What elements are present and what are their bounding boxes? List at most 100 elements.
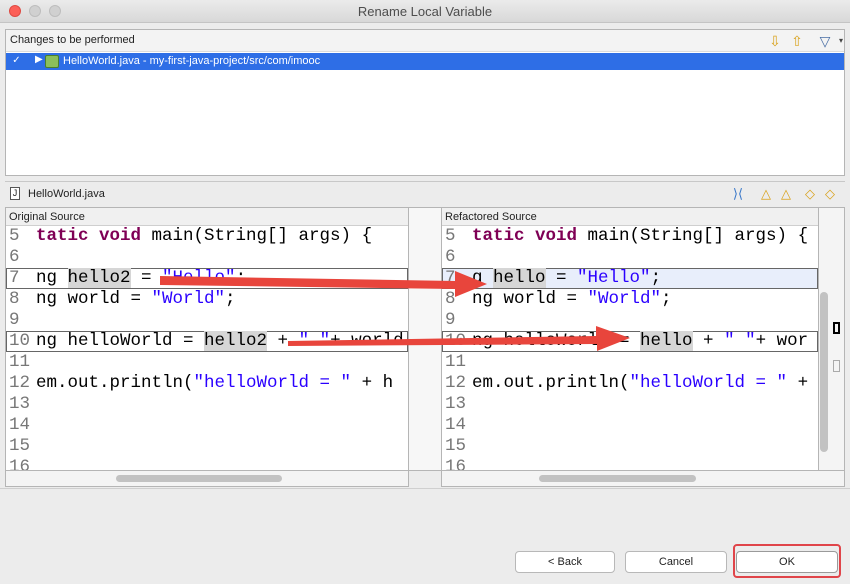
next-difference-icon[interactable]: △	[757, 185, 775, 203]
line-number: 7	[445, 268, 456, 288]
code-line: 15	[442, 436, 818, 457]
line-number: 12	[445, 373, 467, 393]
code-line: 11	[6, 352, 408, 373]
code-token: + world	[330, 331, 404, 351]
expand-triangle-icon[interactable]: ▶	[35, 54, 43, 65]
code-token: +	[267, 331, 299, 351]
vertical-scroll-thumb[interactable]	[820, 292, 828, 452]
line-number: 10	[9, 331, 31, 351]
code-token: ng world =	[36, 289, 152, 309]
refactored-code: 5 tatic void main(String[] args) {6 7 g hel…	[442, 226, 818, 471]
code-line: 5 tatic void main(String[] args) {	[6, 226, 408, 247]
code-token: "World"	[151, 289, 226, 309]
previous-difference-icon[interactable]: △	[777, 185, 795, 203]
previous-change-icon[interactable]: ⇧	[788, 32, 806, 50]
code-token: ng helloWorld =	[472, 331, 641, 351]
toggle-compare-icon[interactable]: ⟩⟨	[729, 185, 747, 203]
code-token: "Hello"	[162, 268, 236, 288]
original-horizontal-thumb[interactable]	[116, 475, 282, 482]
line-number: 13	[445, 394, 467, 414]
window-title: Rename Local Variable	[357, 4, 493, 19]
vertical-scrollbar[interactable]	[819, 207, 845, 471]
code-token: ng helloWorld =	[36, 331, 205, 351]
code-token: +	[692, 331, 725, 351]
line-number: 7	[9, 268, 20, 288]
line-content: ng helloWorld = hello + " "+ wor	[472, 331, 808, 352]
line-number: 16	[445, 457, 467, 471]
title-bar: Rename Local Variable	[0, 0, 850, 23]
renamed-identifier: hello	[640, 331, 693, 351]
back-button[interactable]: < Back	[515, 551, 615, 573]
code-line: 15	[6, 436, 408, 457]
code-line: 13	[442, 394, 818, 415]
overview-ruler-marker[interactable]	[833, 322, 840, 334]
code-line: 9	[442, 310, 818, 331]
line-number: 11	[9, 352, 31, 372]
changes-header: Changes to be performed ⇩ ⇧ ▽ ▾	[6, 30, 844, 52]
line-content: ng helloWorld = hello2 + " "+ world	[36, 331, 404, 352]
code-token: "helloWorld = "	[193, 373, 352, 393]
preview-file-name: HelloWorld.java	[28, 188, 105, 200]
code-line: 16	[6, 457, 408, 471]
code-line: 11	[442, 352, 818, 373]
code-token: em.out.println(	[472, 373, 630, 393]
rename-dialog: Rename Local Variable Changes to be perf…	[0, 0, 850, 584]
line-number: 8	[445, 289, 456, 309]
line-number: 13	[9, 394, 31, 414]
code-token: ;	[650, 268, 662, 288]
line-content: em.out.println("helloWorld = " + h	[36, 373, 393, 394]
renamed-identifier: hello2	[67, 268, 131, 288]
refactored-source-pane: Refactored Source 5 tatic void main(Strin…	[441, 207, 819, 471]
previous-change-nav-icon[interactable]: ◇	[821, 185, 839, 203]
line-number: 10	[445, 331, 467, 351]
line-number: 5	[445, 226, 456, 246]
code-token: "World"	[587, 289, 662, 309]
line-number: 6	[9, 247, 20, 267]
code-token: ng	[36, 268, 68, 288]
line-content: tatic void main(String[] args) {	[472, 226, 808, 247]
code-token: em.out.println(	[36, 373, 194, 393]
java-file-icon: J	[10, 187, 20, 200]
line-content: ng world = "World";	[472, 289, 672, 310]
line-content: ng hello2 = "Hello";	[36, 268, 246, 289]
code-token: tatic void	[472, 226, 588, 246]
code-line: 14	[6, 415, 408, 436]
change-checkbox[interactable]: ✓	[11, 56, 22, 67]
changes-panel: Changes to be performed ⇩ ⇧ ▽ ▾ ✓ ▶ Hell…	[5, 29, 845, 176]
java-file-icon	[45, 55, 59, 68]
code-line: 10 ng helloWorld = hello + " "+ wor	[442, 331, 818, 352]
original-code: 5 tatic void main(String[] args) {6 7 ng he…	[6, 226, 408, 471]
line-content: g hello = "Hello";	[472, 268, 661, 289]
code-line: 8 ng world = "World";	[442, 289, 818, 310]
line-number: 15	[9, 436, 31, 456]
code-line: 7 g hello = "Hello";	[442, 268, 818, 289]
line-number: 16	[9, 457, 31, 471]
code-line: 10 ng helloWorld = hello2 + " "+ world	[6, 331, 408, 352]
cancel-button[interactable]: Cancel	[625, 551, 727, 573]
refactored-horizontal-thumb[interactable]	[539, 475, 696, 482]
code-token: + h	[351, 373, 394, 393]
code-token: "helloWorld = "	[629, 373, 788, 393]
code-line: 12 em.out.println("helloWorld = " +	[442, 373, 818, 394]
preview-toolbar: J HelloWorld.java ⟩⟨ △ △ ◇ ◇	[5, 181, 845, 205]
line-content: em.out.println("helloWorld = " +	[472, 373, 818, 394]
renamed-identifier: hello2	[204, 331, 268, 351]
filter-menu-icon[interactable]: ▾	[832, 32, 850, 50]
overview-ruler-marker[interactable]	[833, 360, 840, 372]
code-line: 5 tatic void main(String[] args) {	[442, 226, 818, 247]
refactored-horizontal-scrollbar[interactable]	[441, 471, 845, 487]
change-tree-item[interactable]: ✓ ▶ HelloWorld.java - my-first-java-proj…	[6, 53, 844, 70]
line-number: 9	[445, 310, 456, 330]
code-line: 16	[442, 457, 818, 471]
line-number: 11	[445, 352, 467, 372]
next-change-nav-icon[interactable]: ◇	[801, 185, 819, 203]
code-token: + wor	[755, 331, 809, 351]
original-source-header: Original Source	[6, 208, 408, 226]
next-change-icon[interactable]: ⇩	[766, 32, 784, 50]
line-content: ng world = "World";	[36, 289, 236, 310]
code-token: main(String[] args) {	[587, 226, 809, 246]
line-number: 8	[9, 289, 20, 309]
refactored-source-header: Refactored Source	[442, 208, 818, 226]
code-token: " "	[724, 331, 756, 351]
original-horizontal-scrollbar[interactable]	[5, 471, 409, 487]
